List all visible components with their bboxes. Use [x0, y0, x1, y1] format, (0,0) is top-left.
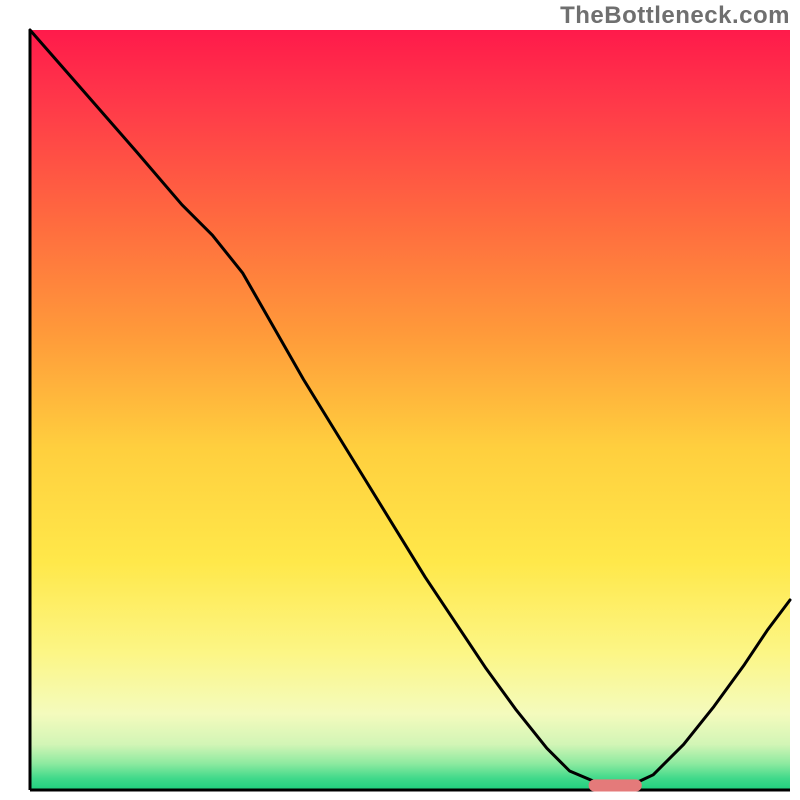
chart-stage: TheBottleneck.com: [0, 0, 800, 800]
plot-background: [30, 30, 790, 790]
bottleneck-chart: [0, 0, 800, 800]
optimal-marker: [589, 779, 642, 791]
